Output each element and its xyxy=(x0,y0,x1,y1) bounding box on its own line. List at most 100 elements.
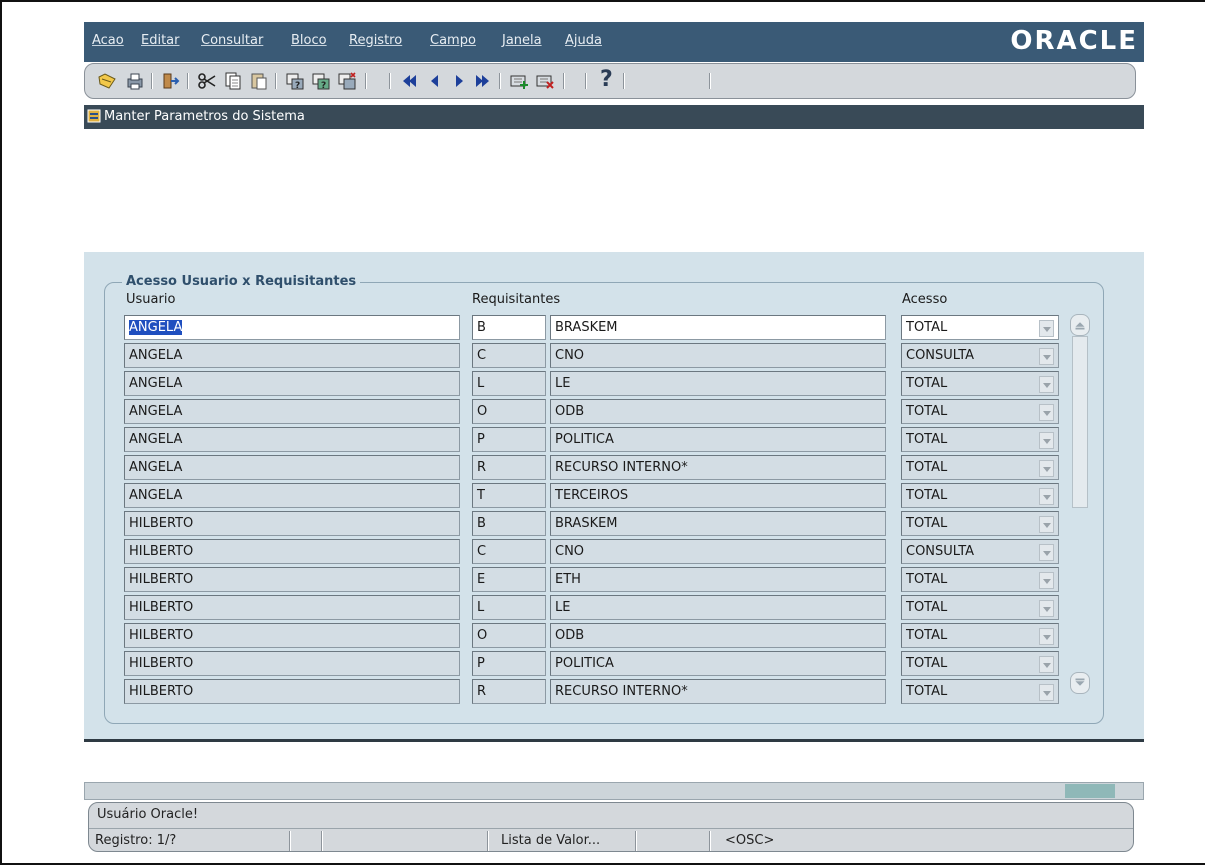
usuario-field[interactable]: HILBERTO xyxy=(124,651,460,676)
requisitante-field[interactable]: ETH xyxy=(550,567,886,592)
vertical-scrollbar[interactable] xyxy=(1070,314,1090,694)
acesso-select[interactable]: TOTAL xyxy=(901,315,1059,340)
codigo-field[interactable]: P xyxy=(472,651,546,676)
usuario-field[interactable]: ANGELA xyxy=(124,483,460,508)
help-icon[interactable]: ? xyxy=(600,67,613,92)
first-record-icon[interactable] xyxy=(399,71,419,91)
acesso-select[interactable]: TOTAL xyxy=(901,567,1059,592)
last-record-icon[interactable] xyxy=(473,71,493,91)
codigo-field[interactable]: R xyxy=(472,455,546,480)
requisitante-field[interactable]: ODB xyxy=(550,399,886,424)
next-record-icon[interactable] xyxy=(449,71,469,91)
menu-consultar[interactable]: Consultar xyxy=(201,33,263,48)
acesso-select[interactable]: TOTAL xyxy=(901,371,1059,396)
requisitante-field[interactable]: LE xyxy=(550,595,886,620)
usuario-field[interactable]: HILBERTO xyxy=(124,567,460,592)
acesso-select[interactable]: TOTAL xyxy=(901,455,1059,480)
execute-query-icon[interactable]: ? xyxy=(311,71,331,91)
codigo-field[interactable]: L xyxy=(472,371,546,396)
requisitante-field[interactable]: RECURSO INTERNO* xyxy=(550,679,886,704)
chevron-down-icon[interactable] xyxy=(1039,348,1054,365)
chevron-down-icon[interactable] xyxy=(1039,544,1054,561)
usuario-field[interactable]: ANGELA xyxy=(124,427,460,452)
previous-record-icon[interactable] xyxy=(425,71,445,91)
codigo-field[interactable]: P xyxy=(472,427,546,452)
chevron-down-icon[interactable] xyxy=(1039,432,1054,449)
chevron-down-icon[interactable] xyxy=(1039,488,1054,505)
codigo-field[interactable]: C xyxy=(472,539,546,564)
requisitante-field[interactable]: BRASKEM xyxy=(550,315,886,340)
requisitante-field[interactable]: POLITICA xyxy=(550,427,886,452)
codigo-field[interactable]: R xyxy=(472,679,546,704)
usuario-field[interactable]: HILBERTO xyxy=(124,595,460,620)
acesso-select[interactable]: TOTAL xyxy=(901,651,1059,676)
chevron-down-icon[interactable] xyxy=(1039,656,1054,673)
copy-icon[interactable] xyxy=(223,71,243,91)
scroll-down-button[interactable] xyxy=(1070,672,1090,694)
chevron-down-icon[interactable] xyxy=(1039,460,1054,477)
acesso-select[interactable]: TOTAL xyxy=(901,399,1059,424)
codigo-field[interactable]: B xyxy=(472,315,546,340)
chevron-down-icon[interactable] xyxy=(1039,600,1054,617)
chevron-down-icon[interactable] xyxy=(1039,404,1054,421)
acesso-select[interactable]: TOTAL xyxy=(901,679,1059,704)
codigo-field[interactable]: T xyxy=(472,483,546,508)
chevron-down-icon[interactable] xyxy=(1039,376,1054,393)
delete-record-icon[interactable] xyxy=(535,71,555,91)
usuario-field[interactable]: ANGELA xyxy=(124,399,460,424)
usuario-field[interactable]: ANGELA xyxy=(124,343,460,368)
chevron-down-icon[interactable] xyxy=(1039,516,1054,533)
requisitante-field[interactable]: TERCEIROS xyxy=(550,483,886,508)
usuario-field[interactable]: ANGELA xyxy=(124,371,460,396)
acesso-select[interactable]: TOTAL xyxy=(901,427,1059,452)
codigo-field[interactable]: E xyxy=(472,567,546,592)
acesso-select[interactable]: TOTAL xyxy=(901,623,1059,648)
chevron-down-icon[interactable] xyxy=(1039,572,1054,589)
horizontal-scrollbar[interactable] xyxy=(84,782,1144,800)
menu-campo[interactable]: Campo xyxy=(430,33,476,48)
codigo-field[interactable]: O xyxy=(472,399,546,424)
scroll-up-button[interactable] xyxy=(1070,314,1090,336)
usuario-field[interactable]: ANGELA xyxy=(124,315,460,340)
usuario-field[interactable]: HILBERTO xyxy=(124,623,460,648)
enter-query-icon[interactable]: ? xyxy=(285,71,305,91)
insert-record-icon[interactable] xyxy=(509,71,529,91)
requisitante-field[interactable]: POLITICA xyxy=(550,651,886,676)
menu-janela[interactable]: Janela xyxy=(502,33,542,48)
requisitante-field[interactable]: ODB xyxy=(550,623,886,648)
menu-registro[interactable]: Registro xyxy=(349,33,402,48)
requisitante-field[interactable]: CNO xyxy=(550,343,886,368)
chevron-down-icon[interactable] xyxy=(1039,628,1054,645)
menu-ajuda[interactable]: Ajuda xyxy=(565,33,602,48)
chevron-down-icon[interactable] xyxy=(1039,320,1054,337)
codigo-field[interactable]: L xyxy=(472,595,546,620)
usuario-field[interactable]: ANGELA xyxy=(124,455,460,480)
acesso-select[interactable]: TOTAL xyxy=(901,595,1059,620)
save-icon[interactable] xyxy=(97,71,117,91)
acesso-select[interactable]: TOTAL xyxy=(901,511,1059,536)
usuario-field[interactable]: HILBERTO xyxy=(124,511,460,536)
paste-icon[interactable] xyxy=(249,71,269,91)
usuario-field[interactable]: HILBERTO xyxy=(124,539,460,564)
requisitante-field[interactable]: CNO xyxy=(550,539,886,564)
chevron-down-icon[interactable] xyxy=(1039,684,1054,701)
acesso-select[interactable]: CONSULTA xyxy=(901,343,1059,368)
usuario-field[interactable]: HILBERTO xyxy=(124,679,460,704)
horizontal-scroll-thumb[interactable] xyxy=(1065,784,1115,798)
acesso-select[interactable]: CONSULTA xyxy=(901,539,1059,564)
scroll-thumb[interactable] xyxy=(1072,336,1088,508)
requisitante-field[interactable]: LE xyxy=(550,371,886,396)
codigo-field[interactable]: C xyxy=(472,343,546,368)
requisitante-field[interactable]: RECURSO INTERNO* xyxy=(550,455,886,480)
print-icon[interactable] xyxy=(125,71,145,91)
acesso-select[interactable]: TOTAL xyxy=(901,483,1059,508)
menu-bloco[interactable]: Bloco xyxy=(291,33,327,48)
menu-acao[interactable]: Acao xyxy=(92,33,124,48)
requisitante-field[interactable]: BRASKEM xyxy=(550,511,886,536)
exit-icon[interactable] xyxy=(161,71,181,91)
codigo-field[interactable]: B xyxy=(472,511,546,536)
cut-icon[interactable] xyxy=(197,71,217,91)
codigo-field[interactable]: O xyxy=(472,623,546,648)
cancel-query-icon[interactable] xyxy=(337,71,357,91)
menu-editar[interactable]: Editar xyxy=(141,33,180,48)
